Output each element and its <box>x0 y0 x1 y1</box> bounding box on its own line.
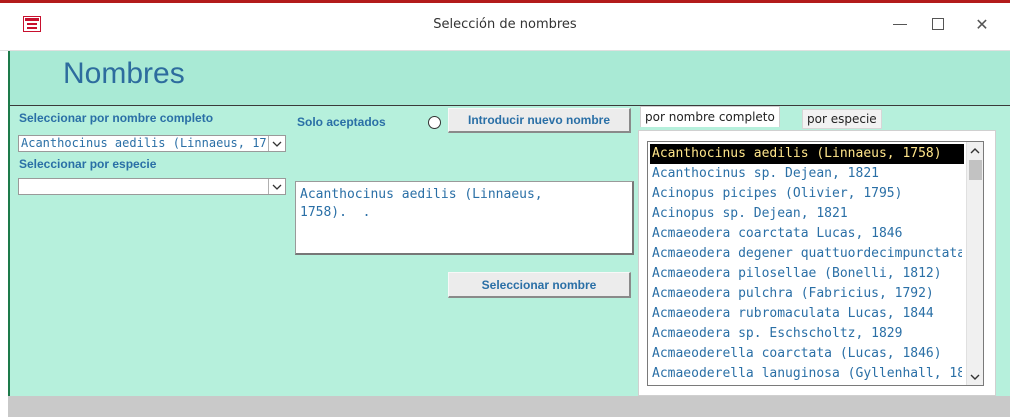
form-footer <box>8 396 1010 417</box>
maximize-icon <box>932 18 944 30</box>
page-title: Nombres <box>63 57 185 90</box>
tab-full-name[interactable]: por nombre completo <box>640 106 780 127</box>
full-name-dropdown-button[interactable] <box>268 136 285 151</box>
full-name-combobox[interactable]: Acanthocinus aedilis (Linnaeus, 1758) <box>18 135 286 152</box>
listbox-scrollbar[interactable] <box>966 142 983 385</box>
form-left-border <box>8 51 10 396</box>
new-name-button[interactable]: Introducir nuevo nombre <box>448 108 631 133</box>
list-item[interactable]: Acmaeodera pulchra (Fabricius, 1792) <box>650 284 962 304</box>
list-item[interactable]: Acanthocinus sp. Dejean, 1821 <box>650 164 962 184</box>
select-name-button[interactable]: Seleccionar nombre <box>448 272 631 298</box>
scroll-down-button[interactable] <box>967 368 983 385</box>
list-item[interactable]: Acmaeodera rubromaculata Lucas, 1844 <box>650 304 962 324</box>
scroll-thumb[interactable] <box>969 160 982 180</box>
list-item[interactable]: Acmaeodera sp. Eschscholtz, 1829 <box>650 324 962 344</box>
selected-name-text: Acanthocinus aedilis (Linnaeus, 1758). . <box>300 187 543 220</box>
list-item[interactable]: Acinopus picipes (Olivier, 1795) <box>650 184 962 204</box>
selected-name-textbox[interactable]: Acanthocinus aedilis (Linnaeus, 1758). . <box>295 181 634 255</box>
full-name-label: Seleccionar por nombre completo <box>19 111 214 125</box>
chevron-down-icon <box>272 141 282 147</box>
form-header: Nombres <box>8 51 1010 105</box>
list-item[interactable]: Acinopus sp. Dejean, 1821 <box>650 204 962 224</box>
list-item[interactable]: Acmaeodera degener quattuordecimpunctata <box>650 244 962 264</box>
close-icon: ✕ <box>975 14 989 34</box>
species-dropdown-button[interactable] <box>268 179 285 194</box>
list-item[interactable]: Acanthocinus aedilis (Linnaeus, 1758) <box>650 144 964 164</box>
minimize-icon <box>893 23 907 25</box>
maximize-button[interactable] <box>918 10 958 38</box>
minimize-button[interactable] <box>880 10 920 38</box>
accepted-only-label: Solo aceptados <box>297 115 386 129</box>
scroll-up-button[interactable] <box>967 142 983 159</box>
accepted-only-radio[interactable] <box>428 116 441 129</box>
close-button[interactable]: ✕ <box>962 10 1002 38</box>
title-bar: Selección de nombres ✕ <box>0 0 1010 50</box>
list-item[interactable]: Acmaeoderella lanuginosa (Gyllenhall, 18… <box>650 364 962 384</box>
list-item[interactable]: Acmaeodera coarctata Lucas, 1846 <box>650 224 962 244</box>
list-item[interactable]: Acmaeoderella coarctata (Lucas, 1846) <box>650 344 962 364</box>
chevron-up-icon <box>970 147 980 153</box>
full-name-combobox-value: Acanthocinus aedilis (Linnaeus, 1758) <box>21 136 267 150</box>
tab-page-full-name: Acanthocinus aedilis (Linnaeus, 1758) Aca… <box>638 130 996 396</box>
title-bar-accent <box>0 0 1010 3</box>
tab-species[interactable]: por especie <box>802 109 882 129</box>
chevron-down-icon <box>272 184 282 190</box>
form-detail: Seleccionar por nombre completo Acanthoc… <box>10 106 1010 396</box>
species-combobox[interactable] <box>18 178 286 195</box>
species-label: Seleccionar por especie <box>19 157 157 171</box>
list-item[interactable]: Acmaeodera pilosellae (Bonelli, 1812) <box>650 264 962 284</box>
window-title: Selección de nombres <box>433 17 577 32</box>
chevron-down-icon <box>970 374 980 380</box>
name-listbox[interactable]: Acanthocinus aedilis (Linnaeus, 1758) Aca… <box>647 141 984 386</box>
